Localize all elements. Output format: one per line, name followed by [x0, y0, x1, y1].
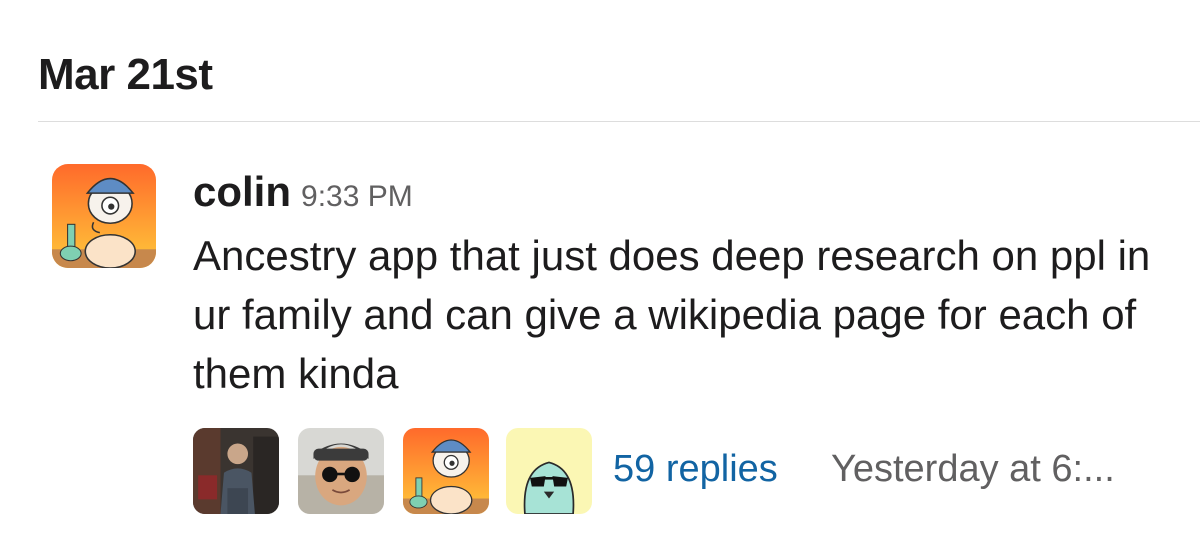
last-reply-time: Yesterday at 6:...	[831, 448, 1115, 490]
date-divider	[38, 121, 1200, 122]
replies-link[interactable]: 59 replies	[613, 448, 778, 491]
cartoon-character-icon	[403, 428, 489, 514]
participant-avatar-1[interactable]	[193, 428, 279, 514]
participant-avatar-3[interactable]	[403, 428, 489, 514]
thread-summary[interactable]: 59 replies Yesterday at 6:...	[193, 428, 1183, 514]
person-sunglasses-photo-icon	[298, 428, 384, 514]
user-avatar[interactable]	[52, 164, 156, 268]
message-text: Ancestry app that just does deep researc…	[193, 232, 1151, 397]
participant-avatar-2[interactable]	[298, 428, 384, 514]
username[interactable]: colin	[193, 168, 291, 215]
timestamp[interactable]: 9:33 PM	[301, 180, 413, 213]
participant-avatar-4[interactable]	[506, 428, 592, 514]
cartoon-character-icon	[52, 164, 156, 268]
message-header: colin 9:33 PM	[193, 168, 413, 216]
date-header: Mar 21st	[38, 50, 213, 99]
penguin-sunglasses-icon	[506, 428, 592, 514]
person-photo-icon	[193, 428, 279, 514]
